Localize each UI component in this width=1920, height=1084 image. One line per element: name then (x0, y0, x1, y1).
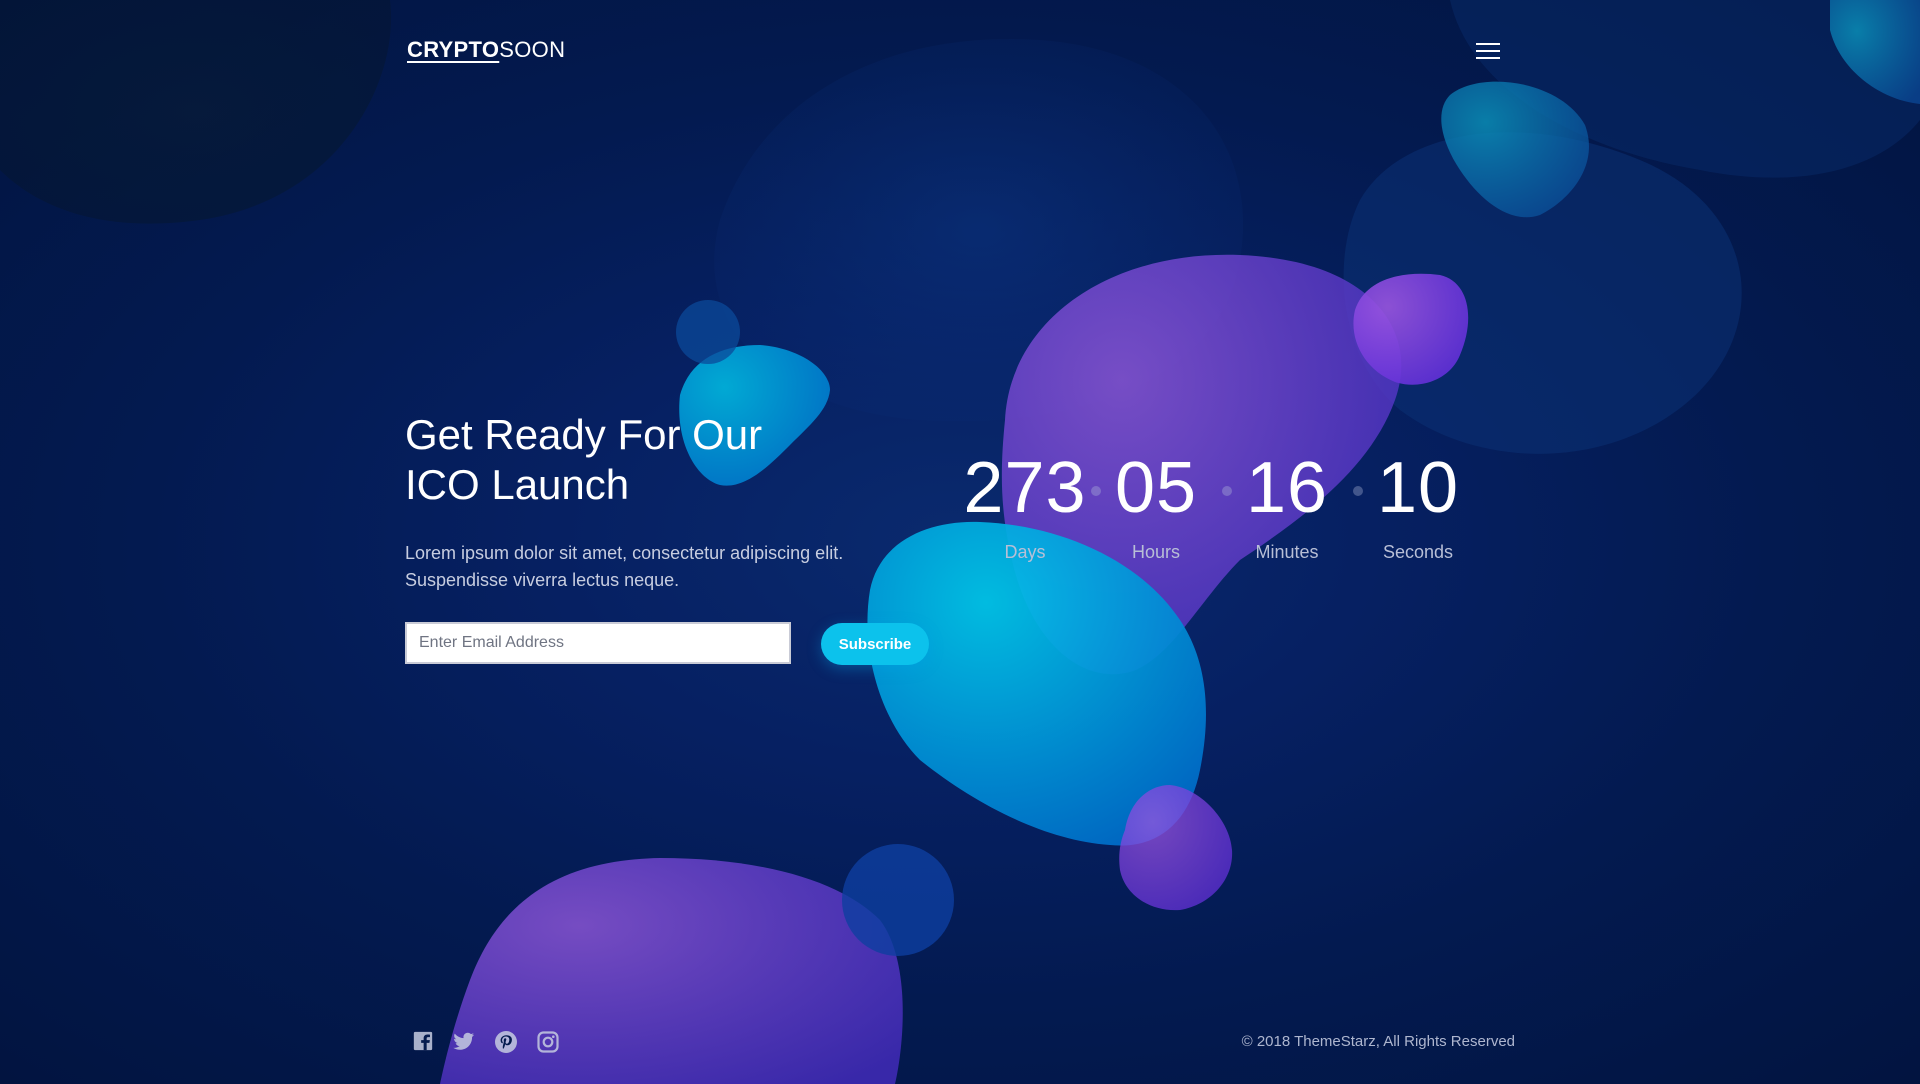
logo-bold-text: CRYPTO (407, 37, 500, 62)
countdown-seconds-label: Seconds (1382, 542, 1454, 562)
hero-title-line2: ICO Launch (405, 461, 630, 508)
countdown-minutes: 16 Minutes (1222, 448, 1352, 563)
twitter-icon[interactable] (452, 1030, 476, 1054)
email-input[interactable] (405, 622, 791, 664)
hero-subtitle: Lorem ipsum dolor sit amet, consectetur … (405, 540, 925, 594)
countdown-timer: 273 Days 05 Hours 16 Minutes 10 Seconds (960, 448, 1460, 568)
copyright-text: © 2018 ThemeStarz, All Rights Reserved (1241, 1033, 1515, 1050)
subscribe-form: Subscribe (405, 622, 929, 666)
countdown-days: 273 Days (960, 448, 1090, 563)
header: CRYPTOSOON (407, 35, 1501, 65)
pinterest-icon[interactable] (494, 1030, 518, 1054)
logo-light-text: SOON (499, 37, 566, 62)
countdown-seconds-value: 10 (1376, 448, 1460, 528)
countdown-days-value: 273 (963, 448, 1087, 528)
hero-subtitle-line2: Suspendisse viverra lectus neque. (405, 570, 680, 590)
countdown-seconds: 10 Seconds (1353, 448, 1483, 563)
countdown-hours-value: 05 (1114, 448, 1198, 528)
countdown-days-label: Days (1004, 542, 1046, 562)
countdown-hours: 05 Hours (1091, 448, 1221, 563)
countdown-hours-label: Hours (1131, 542, 1180, 562)
hero-section: Get Ready For Our ICO Launch Lorem ipsum… (405, 410, 929, 666)
menu-bar-top (1476, 43, 1500, 45)
hero-title-line1: Get Ready For Our (405, 411, 763, 458)
facebook-icon[interactable] (412, 1030, 436, 1054)
instagram-icon[interactable] (536, 1030, 560, 1054)
countdown-minutes-label: Minutes (1255, 542, 1319, 562)
countdown-minutes-value: 16 (1245, 448, 1329, 528)
menu-bar-middle (1476, 50, 1500, 52)
hero-title: Get Ready For Our ICO Launch (405, 410, 925, 510)
logo[interactable]: CRYPTOSOON (407, 37, 565, 63)
menu-bar-bottom (1476, 57, 1500, 59)
hamburger-menu-icon[interactable] (1475, 38, 1501, 60)
hero-subtitle-line1: Lorem ipsum dolor sit amet, consectetur … (405, 543, 844, 563)
subscribe-button[interactable]: Subscribe (821, 623, 929, 665)
